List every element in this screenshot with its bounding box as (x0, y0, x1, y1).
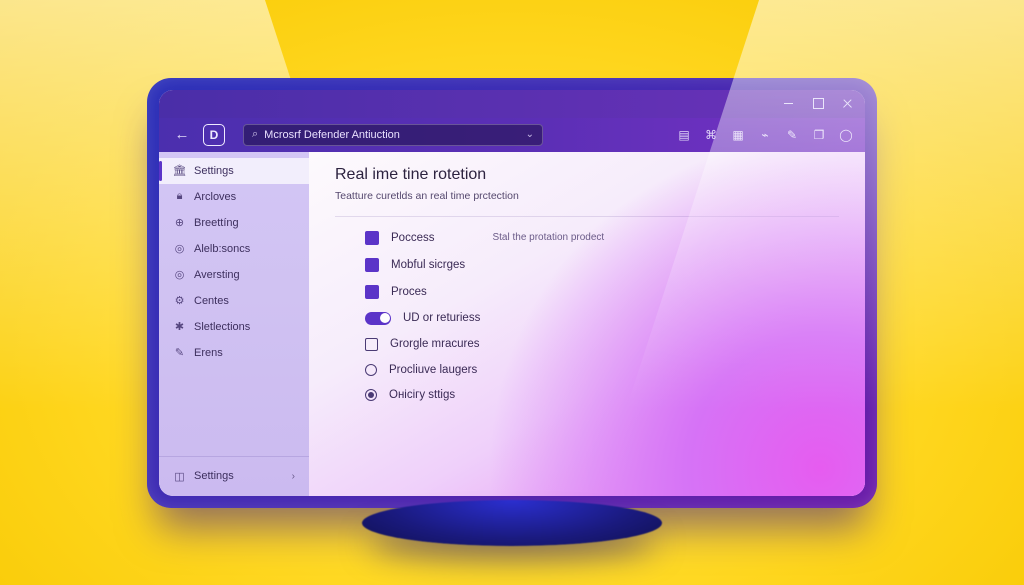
sidebar-footer-settings[interactable]: ◫ Settings › (159, 456, 309, 496)
page-title: Real ime tine rotetion (335, 166, 839, 184)
option-6[interactable]: Онісігу sttigs (365, 389, 839, 401)
gear-icon: ⚙ (173, 294, 186, 307)
lock-icon: 🔒︎ (173, 190, 186, 203)
sidebar-item-label: Sletlections (194, 321, 250, 333)
tag-icon[interactable]: ⌁ (758, 128, 772, 142)
option-3[interactable]: UD or returiess (365, 312, 839, 325)
sidebar-item-6[interactable]: ✱ Sletlections (159, 314, 309, 340)
search-text: Mcrosrf Defender Antiuction (264, 129, 400, 141)
sidebar-item-3[interactable]: ◎ Alelb:soncs (159, 236, 309, 262)
sidebar-item-1[interactable]: 🔒︎ Arcloves (159, 184, 309, 210)
options-list: Poccess Stal the protation prodect Mobful … (335, 231, 839, 401)
radio[interactable] (365, 389, 377, 401)
toolbar-icons: ▤ ⌘ ▦ ⌁ ✎ ❐ ◯ (677, 128, 853, 142)
sidebar-item-label: Centes (194, 295, 229, 307)
pencil-icon: ✎ (173, 346, 186, 359)
sidebar-footer-label: Settings (194, 470, 234, 482)
option-label: Grorgle mracures (390, 338, 479, 350)
device-frame: ← D ⌕ Mcrosrf Defender Antiuction ⌄ ▤ ⌘ ▦ ⌁… (147, 78, 877, 508)
sidebar-item-4[interactable]: ◎ Aversting (159, 262, 309, 288)
option-label: Procliuve laugers (389, 364, 477, 376)
back-button[interactable]: ← (171, 124, 193, 146)
sidebar-item-label: Settings (194, 165, 234, 177)
option-2[interactable]: Proces (365, 285, 839, 299)
chevron-right-icon: › (292, 471, 295, 482)
square-checkbox-icon[interactable] (365, 285, 379, 299)
sidebar-item-7[interactable]: ✎ Erens (159, 340, 309, 366)
app-badge-icon: D (203, 124, 225, 146)
sidebar-item-2[interactable]: ⊕ Breettíng (159, 210, 309, 236)
square-checkbox-icon[interactable] (365, 258, 379, 272)
device-stand (362, 500, 662, 546)
search-icon: ⌕ (252, 128, 258, 141)
option-0[interactable]: Poccess Stal the protation prodect (365, 231, 839, 245)
window-icon[interactable]: ❐ (812, 128, 826, 142)
sidebar: 🏛︎ Settings 🔒︎ Arcloves ⊕ Breettíng ◎ Alelb:son… (159, 152, 309, 496)
option-1[interactable]: Mobful sicrges (365, 258, 839, 272)
compass-icon: ◎ (173, 242, 186, 255)
pen-icon[interactable]: ✎ (785, 128, 799, 142)
sidebar-item-label: Arcloves (194, 191, 236, 203)
checkbox[interactable] (365, 338, 378, 351)
sidebar-item-5[interactable]: ⚙ Centes (159, 288, 309, 314)
floppy-icon[interactable]: ▤ (677, 128, 691, 142)
compass-icon: ◎ (173, 268, 186, 281)
sidebar-item-label: Breettíng (194, 217, 239, 229)
option-label: UD or returiess (403, 312, 480, 324)
grid-icon[interactable]: ▦ (731, 128, 745, 142)
toggle-switch[interactable] (365, 312, 391, 325)
option-5[interactable]: Procliuve laugers (365, 364, 839, 376)
sidebar-item-label: Erens (194, 347, 223, 359)
screen: ← D ⌕ Mcrosrf Defender Antiuction ⌄ ▤ ⌘ ▦ ⌁… (159, 90, 865, 496)
globe-icon: ⊕ (173, 216, 186, 229)
option-label: Онісігу sttigs (389, 389, 455, 401)
close-button[interactable] (841, 97, 855, 111)
main-content: Real ime tine rotetion Teatture curetlds… (309, 152, 865, 496)
radio[interactable] (365, 364, 377, 376)
minimize-button[interactable] (781, 97, 795, 111)
option-4[interactable]: Grorgle mracures (365, 338, 839, 351)
option-label: Mobful sicrges (391, 259, 465, 271)
sidebar-item-label: Aversting (194, 269, 240, 281)
option-hint: Stal the protation prodect (492, 232, 604, 243)
body: 🏛︎ Settings 🔒︎ Arcloves ⊕ Breettíng ◎ Alelb:son… (159, 152, 865, 496)
square-checkbox-icon[interactable] (365, 231, 379, 245)
stamp-icon[interactable]: ⌘ (704, 128, 718, 142)
page-subtitle: Teatture curetlds an real time prctectio… (335, 190, 839, 202)
sidebar-item-0[interactable]: 🏛︎ Settings (159, 158, 309, 184)
chevron-down-icon: ⌄ (526, 129, 534, 140)
settings-icon: ◫ (173, 470, 186, 483)
sidebar-nav: 🏛︎ Settings 🔒︎ Arcloves ⊕ Breettíng ◎ Alelb:son… (159, 152, 309, 456)
divider (335, 216, 839, 217)
option-label: Proces (391, 286, 427, 298)
toolbar: ← D ⌕ Mcrosrf Defender Antiuction ⌄ ▤ ⌘ ▦ ⌁… (159, 118, 865, 152)
sidebar-item-label: Alelb:soncs (194, 243, 250, 255)
search-input[interactable]: ⌕ Mcrosrf Defender Antiuction ⌄ (243, 124, 543, 146)
building-icon: 🏛︎ (173, 164, 186, 177)
option-label: Poccess (391, 232, 434, 244)
circle-icon[interactable]: ◯ (839, 128, 853, 142)
sparkle-icon: ✱ (173, 320, 186, 333)
window-titlebar (159, 90, 865, 118)
maximize-button[interactable] (811, 97, 825, 111)
